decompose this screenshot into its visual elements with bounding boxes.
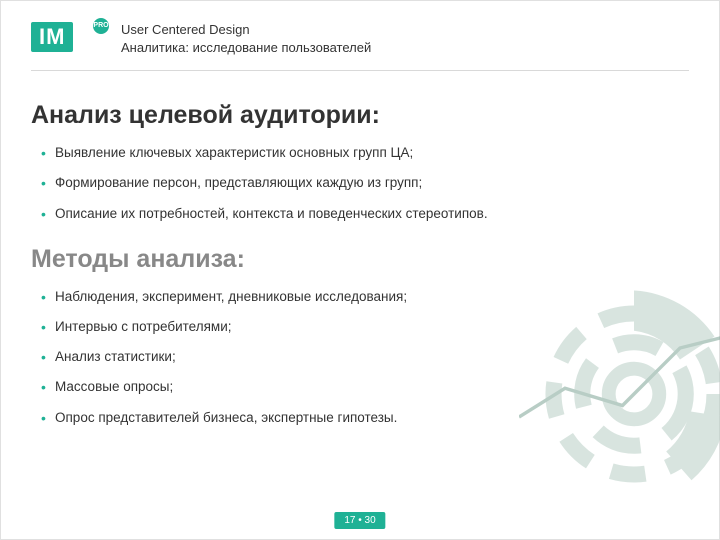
- header-line1: User Centered Design: [121, 21, 371, 39]
- section-title-analysis: Анализ целевой аудитории:: [31, 101, 689, 130]
- page-indicator: 17 • 30: [334, 512, 385, 529]
- list-item: Анализ статистики;: [41, 348, 689, 366]
- logo-pro-badge-icon: PRO: [91, 16, 111, 36]
- list-item: Наблюдения, эксперимент, дневниковые исс…: [41, 288, 689, 306]
- list-item: Интервью с потребителями;: [41, 318, 689, 336]
- page-sep: •: [358, 515, 362, 526]
- header-text: User Centered Design Аналитика: исследов…: [121, 21, 371, 56]
- brand-logo: IM PRO: [31, 22, 103, 56]
- slide-content: Анализ целевой аудитории: Выявление ключ…: [1, 79, 719, 427]
- header-divider: [31, 70, 689, 71]
- list-item: Опрос представителей бизнеса, экспертные…: [41, 409, 689, 427]
- list-item: Описание их потребностей, контекста и по…: [41, 205, 689, 223]
- slide-header: IM PRO User Centered Design Аналитика: и…: [1, 1, 719, 66]
- header-line2: Аналитика: исследование пользователей: [121, 39, 371, 57]
- list-item: Формирование персон, представляющих кажд…: [41, 174, 689, 192]
- analysis-list: Выявление ключевых характеристик основны…: [41, 144, 689, 223]
- methods-list: Наблюдения, эксперимент, дневниковые исс…: [41, 288, 689, 427]
- section-title-methods: Методы анализа:: [31, 245, 689, 274]
- page-current: 17: [344, 515, 355, 526]
- list-item: Массовые опросы;: [41, 378, 689, 396]
- logo-text: IM: [31, 22, 73, 52]
- list-item: Выявление ключевых характеристик основны…: [41, 144, 689, 162]
- page-total: 30: [365, 515, 376, 526]
